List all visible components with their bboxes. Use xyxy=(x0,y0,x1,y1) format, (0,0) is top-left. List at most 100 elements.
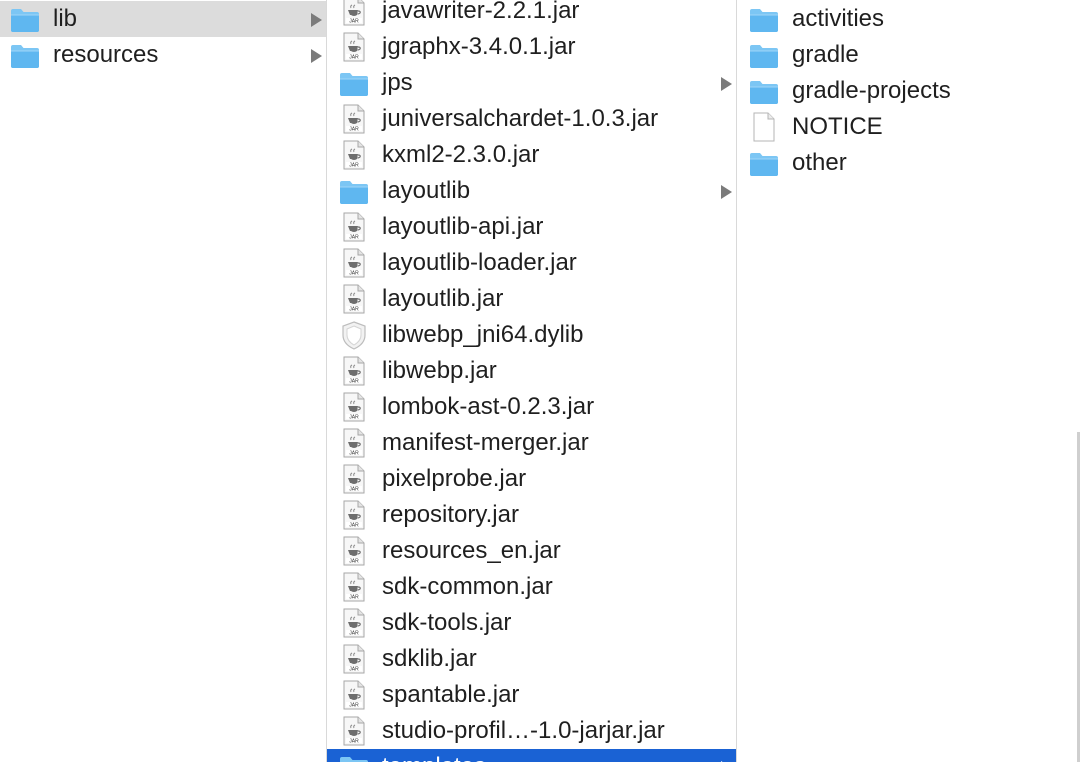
list-item-label: NOTICE xyxy=(792,113,883,140)
jar-icon: JAR xyxy=(339,32,369,62)
folder-icon xyxy=(339,176,369,206)
svg-text:JAR: JAR xyxy=(349,379,359,385)
list-item-label: libwebp_jni64.dylib xyxy=(382,321,584,348)
list-item-layoutlib-jar[interactable]: JAR layoutlib.jar xyxy=(327,281,736,317)
svg-text:JAR: JAR xyxy=(349,271,359,277)
folder-icon xyxy=(749,4,779,34)
list-item-jps[interactable]: jps xyxy=(327,65,736,101)
svg-text:JAR: JAR xyxy=(349,19,359,25)
jar-icon: JAR xyxy=(339,392,369,422)
list-item-label: spantable.jar xyxy=(382,681,520,708)
svg-text:JAR: JAR xyxy=(349,127,359,133)
list-item-resources[interactable]: resources xyxy=(0,37,326,73)
list-item-resources-en-jar[interactable]: JAR resources_en.jar xyxy=(327,533,736,569)
document-icon xyxy=(749,112,779,142)
list-item-repository-jar[interactable]: JAR repository.jar xyxy=(327,497,736,533)
jar-icon: JAR xyxy=(339,212,369,242)
list-item-lombok-ast-0-2-3-jar[interactable]: JAR lombok-ast-0.2.3.jar xyxy=(327,389,736,425)
list-item-label: studio-profil…-1.0-jarjar.jar xyxy=(382,717,665,744)
list-item-label: jps xyxy=(382,69,413,96)
jar-icon: JAR xyxy=(339,464,369,494)
list-item-javawriter-2-2-1-jar[interactable]: JAR javawriter-2.2.1.jar xyxy=(327,0,736,29)
list-item-juniversalchardet-1-0-3-jar[interactable]: JAR juniversalchardet-1.0.3.jar xyxy=(327,101,736,137)
list-item-layoutlib[interactable]: layoutlib xyxy=(327,173,736,209)
list-item-jgraphx-3-4-0-1-jar[interactable]: JAR jgraphx-3.4.0.1.jar xyxy=(327,29,736,65)
svg-text:JAR: JAR xyxy=(349,595,359,601)
svg-text:JAR: JAR xyxy=(349,163,359,169)
jar-icon: JAR xyxy=(339,608,369,638)
list-item-label: lib xyxy=(53,5,78,32)
svg-text:JAR: JAR xyxy=(349,739,359,745)
list-item-label: pixelprobe.jar xyxy=(382,465,527,492)
list-item-label: resources xyxy=(53,41,159,68)
list-item-label: activities xyxy=(792,5,885,32)
list-item-label: layoutlib.jar xyxy=(382,285,504,312)
svg-text:JAR: JAR xyxy=(349,487,359,493)
list-item-label: layoutlib-api.jar xyxy=(382,213,544,240)
column-2: JAR javawriter-2.2.1.jar JAR jgraphx-3.4.0.… xyxy=(327,0,737,762)
jar-icon: JAR xyxy=(339,0,369,26)
disclosure-arrow-icon xyxy=(721,185,732,199)
list-item-label: templates xyxy=(382,753,736,762)
folder-icon xyxy=(339,752,369,762)
folder-icon xyxy=(10,4,40,34)
list-item-lib[interactable]: lib xyxy=(0,1,326,37)
list-item-libwebp-jar[interactable]: JAR libwebp.jar xyxy=(327,353,736,389)
list-item-label: sdk-tools.jar xyxy=(382,609,512,636)
folder-icon xyxy=(749,76,779,106)
folder-icon xyxy=(10,40,40,70)
list-item-studio-profil-1-0-jarjar-jar[interactable]: JAR studio-profil…-1.0-jarjar.jar xyxy=(327,713,736,749)
list-item-label: javawriter-2.2.1.jar xyxy=(382,0,580,24)
disclosure-arrow-icon xyxy=(311,13,322,27)
list-item-label: manifest-merger.jar xyxy=(382,429,589,456)
list-item-kxml2-2-3-0-jar[interactable]: JAR kxml2-2.3.0.jar xyxy=(327,137,736,173)
list-item-gradle-projects[interactable]: gradle-projects xyxy=(737,73,1080,109)
svg-text:JAR: JAR xyxy=(349,559,359,565)
folder-icon xyxy=(339,68,369,98)
jar-icon: JAR xyxy=(339,680,369,710)
list-item-manifest-merger-jar[interactable]: JAR manifest-merger.jar xyxy=(327,425,736,461)
list-item-sdk-common-jar[interactable]: JAR sdk-common.jar xyxy=(327,569,736,605)
dylib-icon xyxy=(339,320,369,350)
list-item-activities[interactable]: activities xyxy=(737,1,1080,37)
list-item-label: gradle-projects xyxy=(792,77,951,104)
list-item-notice[interactable]: NOTICE xyxy=(737,109,1080,145)
list-item-label: lombok-ast-0.2.3.jar xyxy=(382,393,595,420)
list-item-gradle[interactable]: gradle xyxy=(737,37,1080,73)
list-item-templates[interactable]: templates xyxy=(327,749,736,762)
column-2-list: JAR javawriter-2.2.1.jar JAR jgraphx-3.4.0.… xyxy=(327,0,736,762)
list-item-label: kxml2-2.3.0.jar xyxy=(382,141,540,168)
list-item-label: other xyxy=(792,149,847,176)
disclosure-arrow-icon xyxy=(721,77,732,91)
list-item-label: sdk-common.jar xyxy=(382,573,553,600)
list-item-label: jgraphx-3.4.0.1.jar xyxy=(382,33,576,60)
list-item-label: layoutlib-loader.jar xyxy=(382,249,577,276)
list-item-label: sdklib.jar xyxy=(382,645,477,672)
list-item-spantable-jar[interactable]: JAR spantable.jar xyxy=(327,677,736,713)
disclosure-arrow-icon xyxy=(311,49,322,63)
jar-icon: JAR xyxy=(339,248,369,278)
jar-icon: JAR xyxy=(339,356,369,386)
svg-text:JAR: JAR xyxy=(349,667,359,673)
list-item-libwebp-jni64-dylib[interactable]: libwebp_jni64.dylib xyxy=(327,317,736,353)
list-item-label: repository.jar xyxy=(382,501,519,528)
jar-icon: JAR xyxy=(339,716,369,746)
svg-text:JAR: JAR xyxy=(349,703,359,709)
column-3: activities gradle gradle-projects NOTICE oth… xyxy=(737,0,1080,762)
list-item-layoutlib-loader-jar[interactable]: JAR layoutlib-loader.jar xyxy=(327,245,736,281)
jar-icon: JAR xyxy=(339,428,369,458)
jar-icon: JAR xyxy=(339,644,369,674)
jar-icon: JAR xyxy=(339,500,369,530)
list-item-pixelprobe-jar[interactable]: JAR pixelprobe.jar xyxy=(327,461,736,497)
list-item-layoutlib-api-jar[interactable]: JAR layoutlib-api.jar xyxy=(327,209,736,245)
list-item-label: resources_en.jar xyxy=(382,537,561,564)
column-1: lib resources xyxy=(0,0,327,762)
svg-text:JAR: JAR xyxy=(349,235,359,241)
svg-text:JAR: JAR xyxy=(349,415,359,421)
svg-text:JAR: JAR xyxy=(349,451,359,457)
list-item-sdklib-jar[interactable]: JAR sdklib.jar xyxy=(327,641,736,677)
list-item-other[interactable]: other xyxy=(737,145,1080,181)
list-item-sdk-tools-jar[interactable]: JAR sdk-tools.jar xyxy=(327,605,736,641)
jar-icon: JAR xyxy=(339,572,369,602)
list-item-label: juniversalchardet-1.0.3.jar xyxy=(382,105,659,132)
